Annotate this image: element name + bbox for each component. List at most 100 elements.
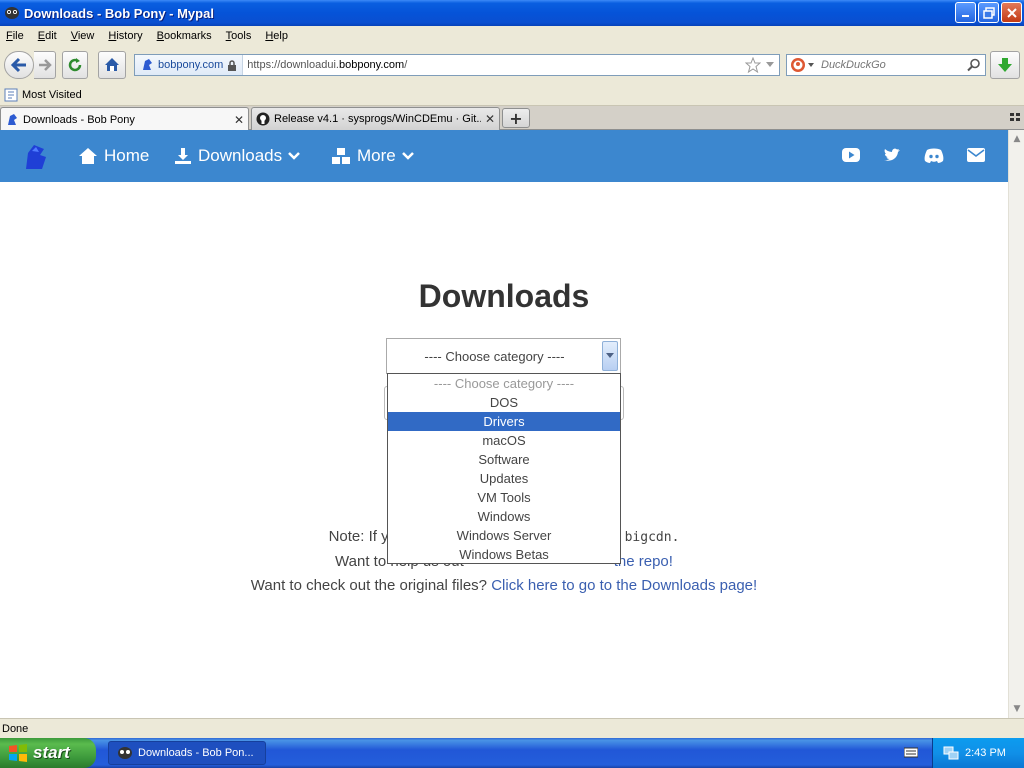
dropdown-option-dos[interactable]: DOS xyxy=(388,393,620,412)
search-icon[interactable] xyxy=(967,58,981,72)
menu-edit[interactable]: Edit xyxy=(38,30,57,42)
tab-close-icon[interactable]: ✕ xyxy=(234,113,244,127)
nav-home[interactable]: Home xyxy=(78,146,149,166)
nav-home-label: Home xyxy=(104,146,150,165)
scroll-up-icon[interactable]: ▲ xyxy=(1009,132,1024,146)
back-button[interactable] xyxy=(4,51,34,79)
cubes-icon xyxy=(332,148,350,164)
nav-more-label: More xyxy=(357,146,396,165)
chevron-down-icon xyxy=(606,353,614,358)
chevron-down-icon xyxy=(401,152,414,160)
bobpony-favicon xyxy=(8,113,17,125)
close-window-button[interactable] xyxy=(1001,2,1022,23)
clock[interactable]: 2:43 PM xyxy=(965,747,1006,759)
back-arrow-icon xyxy=(10,57,26,73)
window-titlebar[interactable]: Downloads - Bob Pony - Mypal xyxy=(0,0,1024,26)
nav-more[interactable]: More xyxy=(331,146,414,166)
menu-tools[interactable]: Tools xyxy=(226,30,252,42)
downloads-button[interactable] xyxy=(990,51,1020,79)
url-domain: bobpony.com xyxy=(338,59,405,71)
scroll-down-icon[interactable]: ▼ xyxy=(1009,702,1024,716)
downloads-page-link[interactable]: Click here to go to the Downloads page! xyxy=(491,577,757,594)
dropdown-option-windows-betas[interactable]: Windows Betas xyxy=(388,545,620,564)
dropdown-option-placeholder[interactable]: ---- Choose category ---- xyxy=(388,374,620,393)
chevron-down-icon xyxy=(288,152,300,160)
home-button[interactable] xyxy=(98,51,126,79)
most-visited-icon xyxy=(4,88,18,101)
url-text[interactable]: https://downloadui.bobpony.com/ xyxy=(243,59,745,71)
dropdown-option-windows-server[interactable]: Windows Server xyxy=(388,526,620,545)
menu-bookmarks[interactable]: Bookmarks xyxy=(157,30,212,42)
tab-list-icon[interactable] xyxy=(1010,112,1020,122)
original-files-line: Want to check out the original files? Cl… xyxy=(0,577,1008,594)
search-bar[interactable] xyxy=(786,54,986,76)
vertical-scrollbar[interactable]: ▲ ▼ xyxy=(1008,130,1024,718)
minimize-button[interactable] xyxy=(955,2,976,23)
tab-downloads-bob-pony[interactable]: Downloads - Bob Pony ✕ xyxy=(0,107,249,131)
dropdown-option-drivers[interactable]: Drivers xyxy=(388,412,620,431)
page-content: Home Downloads More Downloads ---- Choos… xyxy=(0,130,1008,718)
tab-release-wincdemu[interactable]: Release v4.1 · sysprogs/WinCDEmu · Git..… xyxy=(251,107,500,130)
tab-close-icon[interactable]: ✕ xyxy=(485,112,495,126)
site-favicon xyxy=(143,59,152,70)
chevron-down-icon xyxy=(808,62,814,67)
search-input[interactable] xyxy=(817,56,967,74)
twitter-icon[interactable] xyxy=(883,148,901,163)
tab-strip: Downloads - Bob Pony ✕ Release v4.1 · sy… xyxy=(0,106,1024,131)
note-start-text: Note: If y xyxy=(328,528,389,545)
menu-history[interactable]: History xyxy=(108,30,142,42)
keyboard-icon[interactable] xyxy=(904,746,918,758)
reload-button[interactable] xyxy=(62,51,88,79)
home-icon xyxy=(105,58,119,71)
dropdown-option-macos[interactable]: macOS xyxy=(388,431,620,450)
category-select[interactable]: ---- Choose category ---- xyxy=(386,338,621,374)
most-visited-bookmark[interactable]: Most Visited xyxy=(22,89,82,101)
tab-label: Release v4.1 · sysprogs/WinCDEmu · Git..… xyxy=(274,113,481,125)
status-bar: Done xyxy=(0,718,1024,738)
dropdown-option-vm-tools[interactable]: VM Tools xyxy=(388,488,620,507)
menu-view[interactable]: View xyxy=(71,30,95,42)
system-tray: 2:43 PM xyxy=(932,738,1024,768)
status-text: Done xyxy=(2,722,29,735)
forward-arrow-icon xyxy=(38,59,52,71)
taskbar-item-mypal[interactable]: Downloads - Bob Pon... xyxy=(108,741,266,765)
forward-button[interactable] xyxy=(34,51,56,79)
tab-label: Downloads - Bob Pony xyxy=(23,113,135,126)
note-end-text: bigcdn. xyxy=(624,530,680,545)
email-icon[interactable] xyxy=(967,148,985,162)
url-history-dropdown-icon[interactable] xyxy=(765,61,775,69)
duckduckgo-icon xyxy=(791,58,805,72)
menu-help[interactable]: Help xyxy=(265,30,288,42)
download-icon xyxy=(175,148,191,164)
start-button[interactable]: start xyxy=(0,738,96,768)
dropdown-option-updates[interactable]: Updates xyxy=(388,469,620,488)
new-tab-button[interactable]: + xyxy=(502,108,530,128)
network-icon[interactable] xyxy=(943,746,959,760)
bookmark-star-icon[interactable] xyxy=(745,57,761,73)
navigation-toolbar: bobpony.com https://downloadui.bobpony.c… xyxy=(0,46,1024,84)
nav-downloads[interactable]: Downloads xyxy=(174,146,300,166)
repo-link[interactable]: the repo! xyxy=(614,553,673,570)
mypal-app-icon xyxy=(4,5,20,21)
dropdown-option-software[interactable]: Software xyxy=(388,450,620,469)
taskbar-item-label: Downloads - Bob Pon... xyxy=(138,747,254,759)
menu-file[interactable]: File xyxy=(6,30,24,42)
restore-button[interactable] xyxy=(978,2,999,23)
site-identity-button[interactable]: bobpony.com xyxy=(135,55,244,75)
search-engine-selector[interactable] xyxy=(787,57,817,73)
site-navbar: Home Downloads More xyxy=(0,130,1008,182)
discord-icon[interactable] xyxy=(924,148,944,163)
url-bar[interactable]: bobpony.com https://downloadui.bobpony.c… xyxy=(134,54,780,76)
menu-bar: File Edit View History Bookmarks Tools H… xyxy=(0,26,1024,46)
url-prefix: https://downloadui. xyxy=(247,59,339,71)
home-icon xyxy=(79,148,97,164)
site-identity-label: bobpony.com xyxy=(158,59,224,71)
select-dropdown-button[interactable] xyxy=(602,341,618,371)
nav-downloads-label: Downloads xyxy=(198,146,283,165)
github-icon xyxy=(256,112,270,126)
bobpony-logo[interactable] xyxy=(22,143,48,176)
youtube-icon[interactable] xyxy=(842,148,860,162)
category-select-value: ---- Choose category ---- xyxy=(424,348,565,364)
dropdown-option-windows[interactable]: Windows xyxy=(388,507,620,526)
windows-taskbar: start Downloads - Bob Pon... 2:43 PM xyxy=(0,738,1024,768)
